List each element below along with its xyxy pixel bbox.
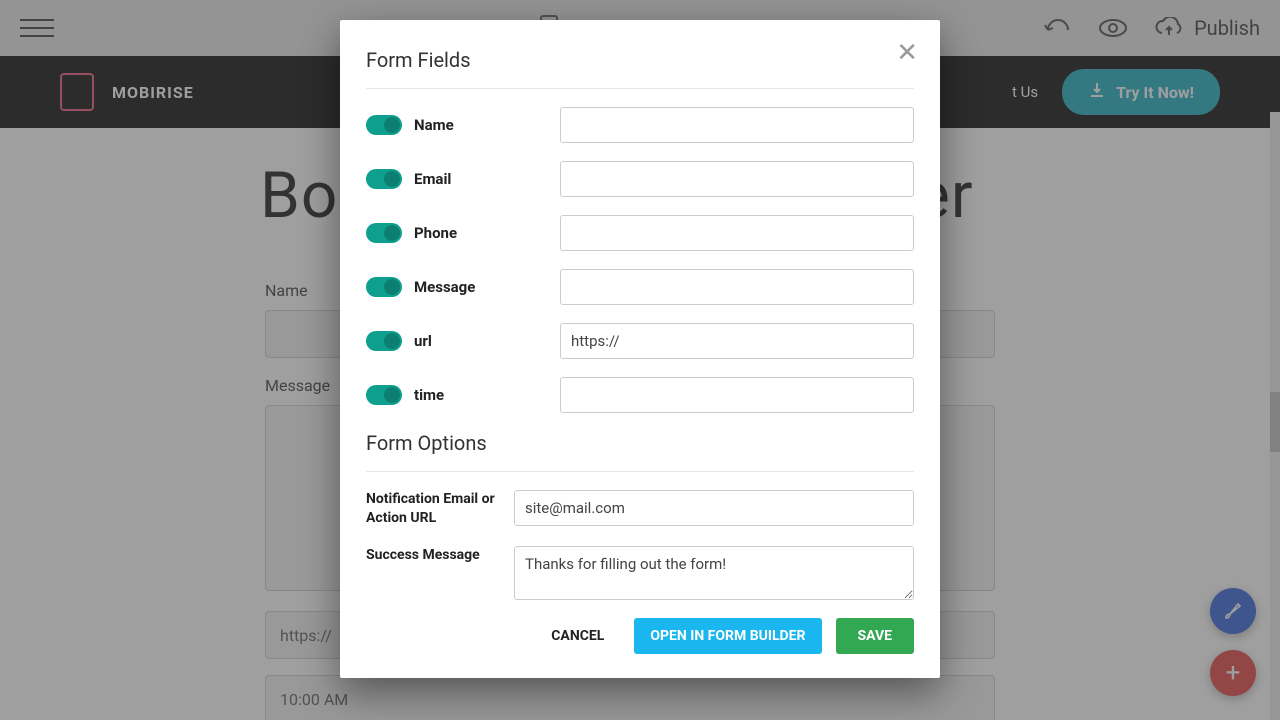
form-field-label: Phone bbox=[414, 224, 457, 242]
form-field-value-input[interactable] bbox=[560, 215, 914, 251]
form-field-label: time bbox=[414, 386, 444, 404]
toggle-switch[interactable] bbox=[366, 331, 402, 351]
form-field-value-input[interactable] bbox=[560, 377, 914, 413]
form-field-value-input[interactable] bbox=[560, 107, 914, 143]
option-notification-input[interactable] bbox=[514, 490, 914, 526]
option-success-textarea[interactable] bbox=[514, 546, 914, 600]
toggle-switch[interactable] bbox=[366, 169, 402, 189]
save-button[interactable]: SAVE bbox=[836, 618, 915, 654]
modal-section-title-fields: Form Fields bbox=[366, 48, 914, 72]
form-field-left: Email bbox=[366, 169, 546, 189]
option-success-label: Success Message bbox=[366, 546, 496, 600]
form-field-value-input[interactable] bbox=[560, 269, 914, 305]
form-field-left: Phone bbox=[366, 223, 546, 243]
form-field-value-input[interactable] bbox=[560, 161, 914, 197]
option-notification-label: Notification Email or Action URL bbox=[366, 490, 496, 528]
modal-actions: CANCEL OPEN IN FORM BUILDER SAVE bbox=[366, 618, 914, 654]
option-notification-row: Notification Email or Action URL bbox=[366, 490, 914, 528]
form-settings-modal: ✕ Form Fields Name Email Phone Message url ti… bbox=[340, 20, 940, 678]
modal-section-title-options: Form Options bbox=[366, 431, 914, 455]
open-in-form-builder-button[interactable]: OPEN IN FORM BUILDER bbox=[634, 618, 821, 654]
form-field-label: Name bbox=[414, 116, 454, 134]
toggle-switch[interactable] bbox=[366, 385, 402, 405]
form-field-label: url bbox=[414, 332, 432, 350]
close-icon[interactable]: ✕ bbox=[896, 40, 918, 66]
divider bbox=[366, 88, 914, 89]
toggle-switch[interactable] bbox=[366, 115, 402, 135]
option-success-row: Success Message bbox=[366, 546, 914, 600]
form-field-row: url bbox=[366, 323, 914, 359]
form-field-label: Message bbox=[414, 278, 475, 296]
form-field-value-input[interactable] bbox=[560, 323, 914, 359]
toggle-switch[interactable] bbox=[366, 223, 402, 243]
form-field-left: url bbox=[366, 331, 546, 351]
form-field-row: time bbox=[366, 377, 914, 413]
form-field-row: Phone bbox=[366, 215, 914, 251]
divider bbox=[366, 471, 914, 472]
form-field-label: Email bbox=[414, 170, 451, 188]
form-field-left: time bbox=[366, 385, 546, 405]
toggle-switch[interactable] bbox=[366, 277, 402, 297]
form-field-left: Name bbox=[366, 115, 546, 135]
form-field-row: Email bbox=[366, 161, 914, 197]
form-field-left: Message bbox=[366, 277, 546, 297]
form-field-row: Message bbox=[366, 269, 914, 305]
form-field-row: Name bbox=[366, 107, 914, 143]
cancel-button[interactable]: CANCEL bbox=[535, 618, 620, 654]
